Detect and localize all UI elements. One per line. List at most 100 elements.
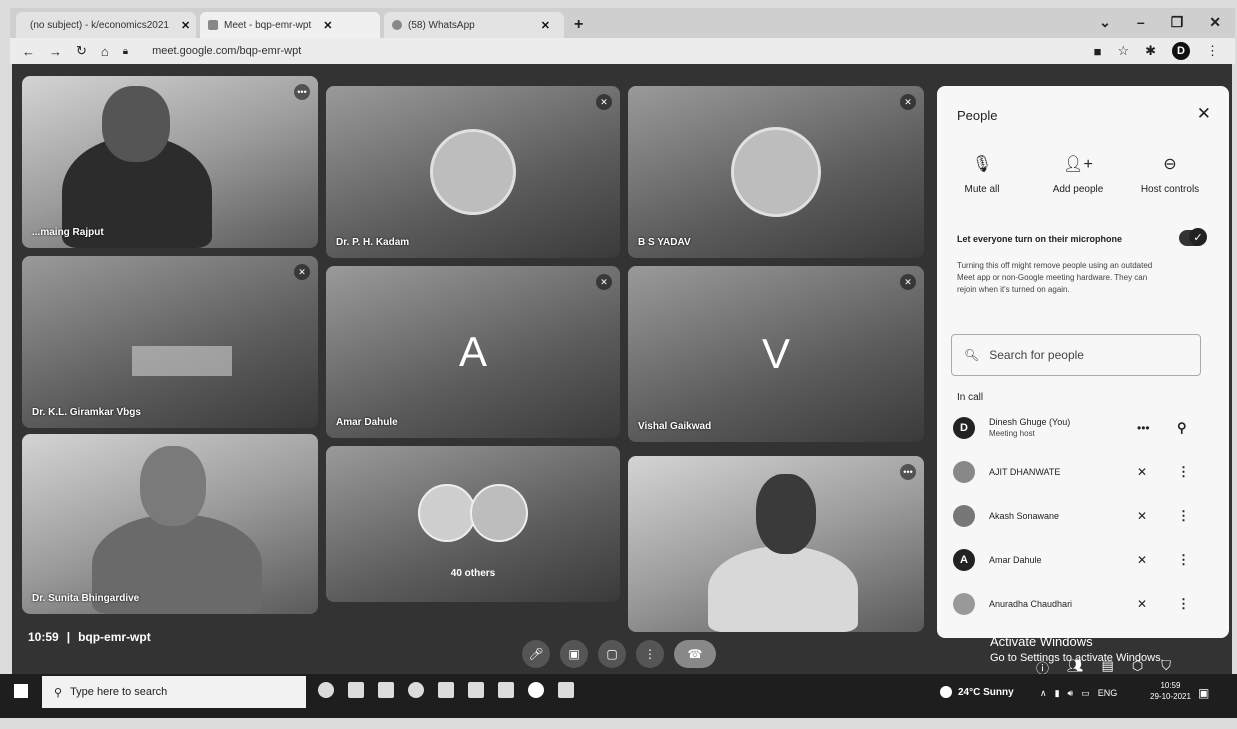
minimize-icon[interactable]: – bbox=[1137, 14, 1145, 31]
task-view-icon[interactable] bbox=[348, 682, 364, 698]
participant-row[interactable]: A Amar Dahule ✕ ⋮ bbox=[953, 542, 1215, 578]
participant-tile[interactable]: Dr. Sunita Bhingardive bbox=[22, 434, 318, 614]
call-controls: 🎤︎ ▣ ▢ ⋮ ☎ bbox=[522, 640, 716, 668]
maximize-icon[interactable]: ❐ bbox=[1171, 14, 1184, 31]
more-options-icon[interactable]: ⋮ bbox=[1177, 596, 1190, 612]
back-icon[interactable]: ← bbox=[22, 44, 35, 59]
battery-icon[interactable]: ▮ bbox=[1055, 688, 1060, 699]
tab-search-icon[interactable]: ⌄ bbox=[1099, 14, 1111, 31]
file-explorer-icon[interactable] bbox=[378, 682, 394, 698]
profile-avatar[interactable]: D bbox=[1172, 42, 1190, 60]
present-screen-icon[interactable]: ▢ bbox=[598, 640, 626, 668]
participant-video bbox=[708, 546, 858, 632]
search-input[interactable]: Search for people bbox=[989, 348, 1084, 362]
screen: (no subject) - k/economics2021 ✕ Meet - … bbox=[0, 0, 1237, 729]
add-people-button[interactable]: 👤︎+ Add people bbox=[1033, 154, 1123, 195]
people-search[interactable]: 🔍︎ Search for people bbox=[951, 334, 1201, 376]
mute-all-label: Mute all bbox=[964, 184, 1000, 195]
chrome-icon[interactable] bbox=[528, 682, 544, 698]
close-icon[interactable]: ✕ bbox=[1197, 104, 1211, 124]
participant-tile[interactable]: V ✕ Vishal Gaikwad bbox=[628, 266, 924, 442]
tab-close-button[interactable]: ✕ bbox=[323, 19, 332, 32]
mute-all-button[interactable]: 🎙︎ Mute all bbox=[937, 154, 1027, 195]
participant-name: AJIT DHANWATE bbox=[989, 467, 1061, 477]
participant-avatar bbox=[953, 593, 975, 615]
search-icon: ⚲ bbox=[54, 686, 63, 699]
watermark-title: Activate Windows bbox=[990, 634, 1093, 649]
edge-icon[interactable] bbox=[408, 682, 424, 698]
app-icon[interactable] bbox=[498, 682, 514, 698]
new-tab-button[interactable]: + bbox=[574, 16, 583, 34]
in-call-heading: In call bbox=[957, 392, 984, 403]
url-field[interactable]: meet.google.com/bqp-emr-wpt bbox=[152, 45, 301, 57]
bookmark-star-icon[interactable]: ☆ bbox=[1117, 43, 1129, 59]
mic-off-icon: ✕ bbox=[1137, 597, 1148, 611]
participant-tile[interactable]: ✕ Dr. K.L. Giramkar Vbgs bbox=[22, 256, 318, 428]
app-icon[interactable] bbox=[558, 682, 574, 698]
participant-row[interactable]: D Dinesh Ghuge (You) Meeting host ••• ⚲ bbox=[953, 410, 1215, 446]
participant-tile[interactable]: ✕ Dr. P. H. Kadam bbox=[326, 86, 620, 258]
more-options-icon[interactable]: ⋮ bbox=[636, 640, 664, 668]
tab-close-button[interactable]: ✕ bbox=[181, 19, 190, 32]
participant-name: Anuradha Chaudhari bbox=[989, 599, 1073, 609]
participant-tile[interactable]: ✕ B S YADAV bbox=[628, 86, 924, 258]
participant-initial: V bbox=[761, 330, 791, 377]
taskbar-search[interactable]: ⚲ Type here to search bbox=[42, 676, 306, 708]
participant-row[interactable]: AJIT DHANWATE ✕ ⋮ bbox=[953, 454, 1215, 490]
mail-icon[interactable] bbox=[468, 682, 484, 698]
forward-icon[interactable]: → bbox=[49, 44, 62, 59]
participant-row[interactable]: Akash Sonawane ✕ ⋮ bbox=[953, 498, 1215, 534]
participant-avatar bbox=[731, 127, 821, 217]
others-tile[interactable]: 40 others bbox=[326, 446, 620, 602]
camera-icon[interactable]: ■ bbox=[1094, 44, 1102, 59]
tab-meet[interactable]: Meet - bqp-emr-wpt ✕ bbox=[200, 12, 380, 38]
participant-tile[interactable]: ••• ...maing Rajput bbox=[22, 76, 318, 248]
mic-off-icon: ✕ bbox=[1137, 553, 1148, 567]
tab-close-button[interactable]: ✕ bbox=[541, 19, 550, 32]
cortana-icon[interactable] bbox=[318, 682, 334, 698]
whatsapp-icon bbox=[392, 20, 402, 30]
participant-tile[interactable]: ••• bbox=[628, 456, 924, 632]
chevron-up-icon[interactable]: ∧ bbox=[1040, 688, 1047, 699]
more-options-icon[interactable]: ⋮ bbox=[1177, 552, 1190, 568]
mic-off-icon: ✕ bbox=[294, 264, 310, 280]
home-icon[interactable]: ⌂ bbox=[101, 44, 109, 59]
taskbar-apps bbox=[318, 682, 574, 698]
participant-tile[interactable]: A ✕ Amar Dahule bbox=[326, 266, 620, 438]
language-indicator[interactable]: ENG bbox=[1098, 688, 1118, 699]
store-icon[interactable] bbox=[438, 682, 454, 698]
participant-avatar: A bbox=[953, 549, 975, 571]
participant-name: Vishal Gaikwad bbox=[638, 421, 712, 432]
more-options-icon[interactable]: ⋮ bbox=[1177, 508, 1190, 524]
leave-call-icon[interactable]: ☎ bbox=[674, 640, 716, 668]
microphone-icon[interactable]: 🎤︎ bbox=[522, 640, 550, 668]
more-options-icon[interactable]: ⋮ bbox=[1177, 464, 1190, 480]
add-people-label: Add people bbox=[1052, 184, 1104, 195]
camera-icon[interactable]: ▣ bbox=[560, 640, 588, 668]
weather-widget[interactable]: 24°C Sunny bbox=[940, 686, 1014, 698]
tab-gmail[interactable]: (no subject) - k/economics2021 ✕ bbox=[16, 12, 196, 38]
host-controls-label: Host controls bbox=[1140, 184, 1200, 195]
participant-row[interactable]: Anuradha Chaudhari ✕ ⋮ bbox=[953, 586, 1215, 622]
volume-icon[interactable]: 🔊︎ bbox=[1068, 688, 1074, 699]
host-controls-button[interactable]: ⊖ Host controls bbox=[1125, 154, 1215, 195]
taskbar-clock[interactable]: 10:59 29-10-2021 bbox=[1150, 680, 1191, 702]
close-window-icon[interactable]: ✕ bbox=[1209, 14, 1221, 31]
pin-icon[interactable]: ⚲ bbox=[1177, 420, 1187, 436]
extensions-icon[interactable]: ✱ bbox=[1145, 43, 1156, 59]
reload-icon[interactable]: ↻ bbox=[76, 43, 87, 59]
meeting-separator: | bbox=[66, 630, 71, 644]
add-person-icon: 👤︎+ bbox=[1063, 156, 1093, 173]
menu-icon[interactable]: ⋮ bbox=[1206, 43, 1219, 59]
more-options-icon[interactable]: ••• bbox=[900, 464, 916, 480]
mic-permission-toggle[interactable] bbox=[1179, 228, 1207, 246]
search-icon: 🔍︎ bbox=[964, 348, 980, 362]
more-options-icon[interactable]: ••• bbox=[294, 84, 310, 100]
tab-whatsapp[interactable]: (58) WhatsApp ✕ bbox=[384, 12, 564, 38]
mic-off-icon: ✕ bbox=[1137, 465, 1148, 479]
network-icon[interactable]: ▭ bbox=[1081, 688, 1090, 699]
windows-start-icon[interactable] bbox=[14, 684, 28, 698]
notification-icon[interactable]: ▣ bbox=[1198, 686, 1209, 700]
participant-initial: A bbox=[458, 328, 488, 375]
taskbar-search-input[interactable]: Type here to search bbox=[70, 686, 167, 698]
